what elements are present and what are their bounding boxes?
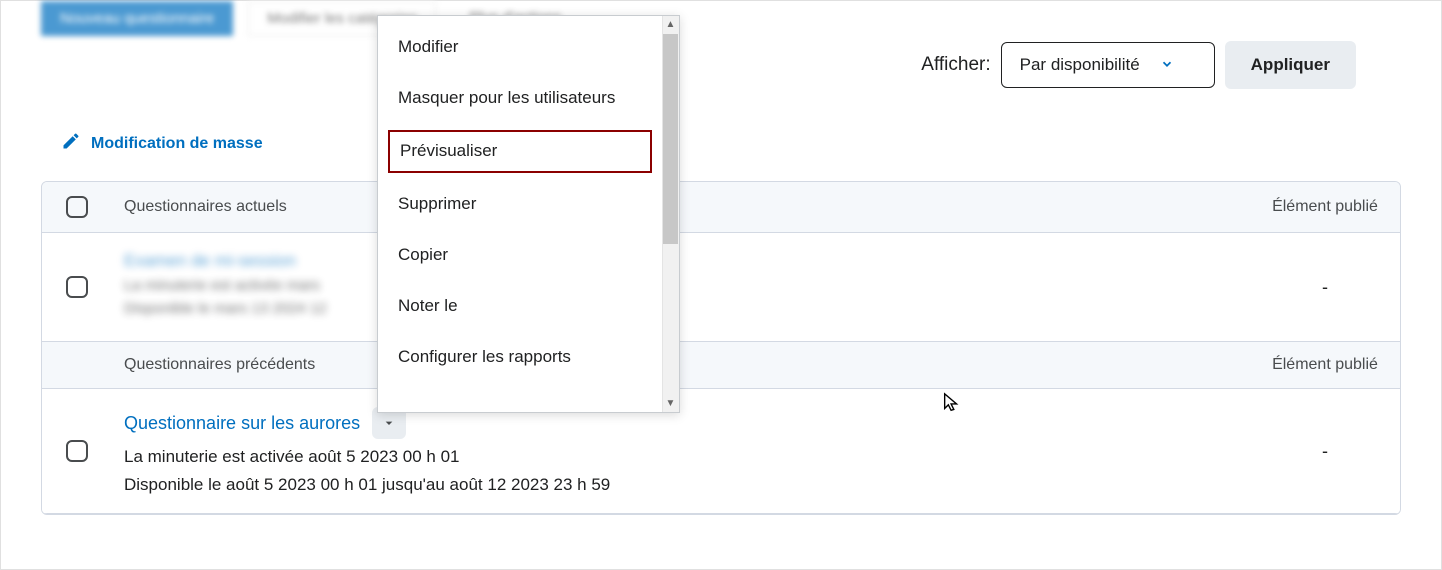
section-current-header: Questionnaires actuels [112, 182, 1250, 233]
filter-row: Afficher: Par disponibilité Appliquer [921, 41, 1356, 89]
row-checkbox[interactable] [66, 276, 88, 298]
published-cell: - [1250, 233, 1400, 342]
tab-new-quiz[interactable]: Nouveau questionnaire [41, 1, 233, 36]
menu-item-modify[interactable]: Modifier [378, 22, 662, 73]
section-previous-header: Questionnaires précédents [112, 342, 1250, 389]
filter-selected-value: Par disponibilité [1020, 55, 1140, 75]
scroll-down-icon[interactable]: ▼ [662, 395, 679, 412]
quiz-title[interactable]: Questionnaire sur les aurores [124, 413, 360, 434]
published-cell: - [1250, 389, 1400, 514]
quiz-title[interactable]: Examen de mi-session [124, 251, 1238, 271]
filter-select[interactable]: Par disponibilité [1001, 42, 1215, 88]
menu-item-preview[interactable]: Prévisualiser [386, 128, 654, 175]
quiz-table: Questionnaires actuels Élément publié Ex… [41, 181, 1401, 515]
menu-item-reports[interactable]: Configurer les rapports [378, 332, 662, 383]
select-all-checkbox[interactable] [66, 196, 88, 218]
chevron-down-icon [381, 415, 397, 431]
quiz-meta: Disponible le mars 13 2024 12 [124, 300, 1238, 317]
scroll-thumb[interactable] [663, 34, 678, 244]
scroll-up-icon[interactable]: ▲ [662, 16, 679, 33]
chevron-down-icon [1160, 57, 1174, 74]
filter-label: Afficher: [921, 54, 990, 76]
context-menu: Modifier Masquer pour les utilisateurs P… [377, 15, 680, 413]
scrollbar[interactable]: ▲ ▼ [662, 16, 679, 412]
column-published-header: Élément publié [1250, 342, 1400, 389]
menu-item-hide[interactable]: Masquer pour les utilisateurs [378, 73, 662, 124]
row-checkbox[interactable] [66, 440, 88, 462]
quiz-meta: La minuterie est activée mars [124, 277, 1238, 294]
apply-button[interactable]: Appliquer [1225, 41, 1356, 89]
menu-item-delete[interactable]: Supprimer [378, 179, 662, 230]
menu-item-copy[interactable]: Copier [378, 230, 662, 281]
bulk-edit-label: Modification de masse [91, 135, 263, 153]
bulk-edit-link[interactable]: Modification de masse [61, 131, 263, 156]
table-row: Questionnaire sur les aurores La minuter… [42, 389, 1400, 514]
tabs-row: Nouveau questionnaire Modifier les catég… [1, 1, 1441, 36]
quiz-meta: Disponible le août 5 2023 00 h 01 jusqu'… [124, 475, 1238, 495]
quiz-meta: La minuterie est activée août 5 2023 00 … [124, 447, 1238, 467]
menu-item-grade[interactable]: Noter le [378, 281, 662, 332]
select-all-cell [42, 182, 112, 233]
column-published-header: Élément publié [1250, 182, 1400, 233]
pencil-icon [61, 131, 81, 156]
table-row: Examen de mi-session La minuterie est ac… [42, 233, 1400, 342]
